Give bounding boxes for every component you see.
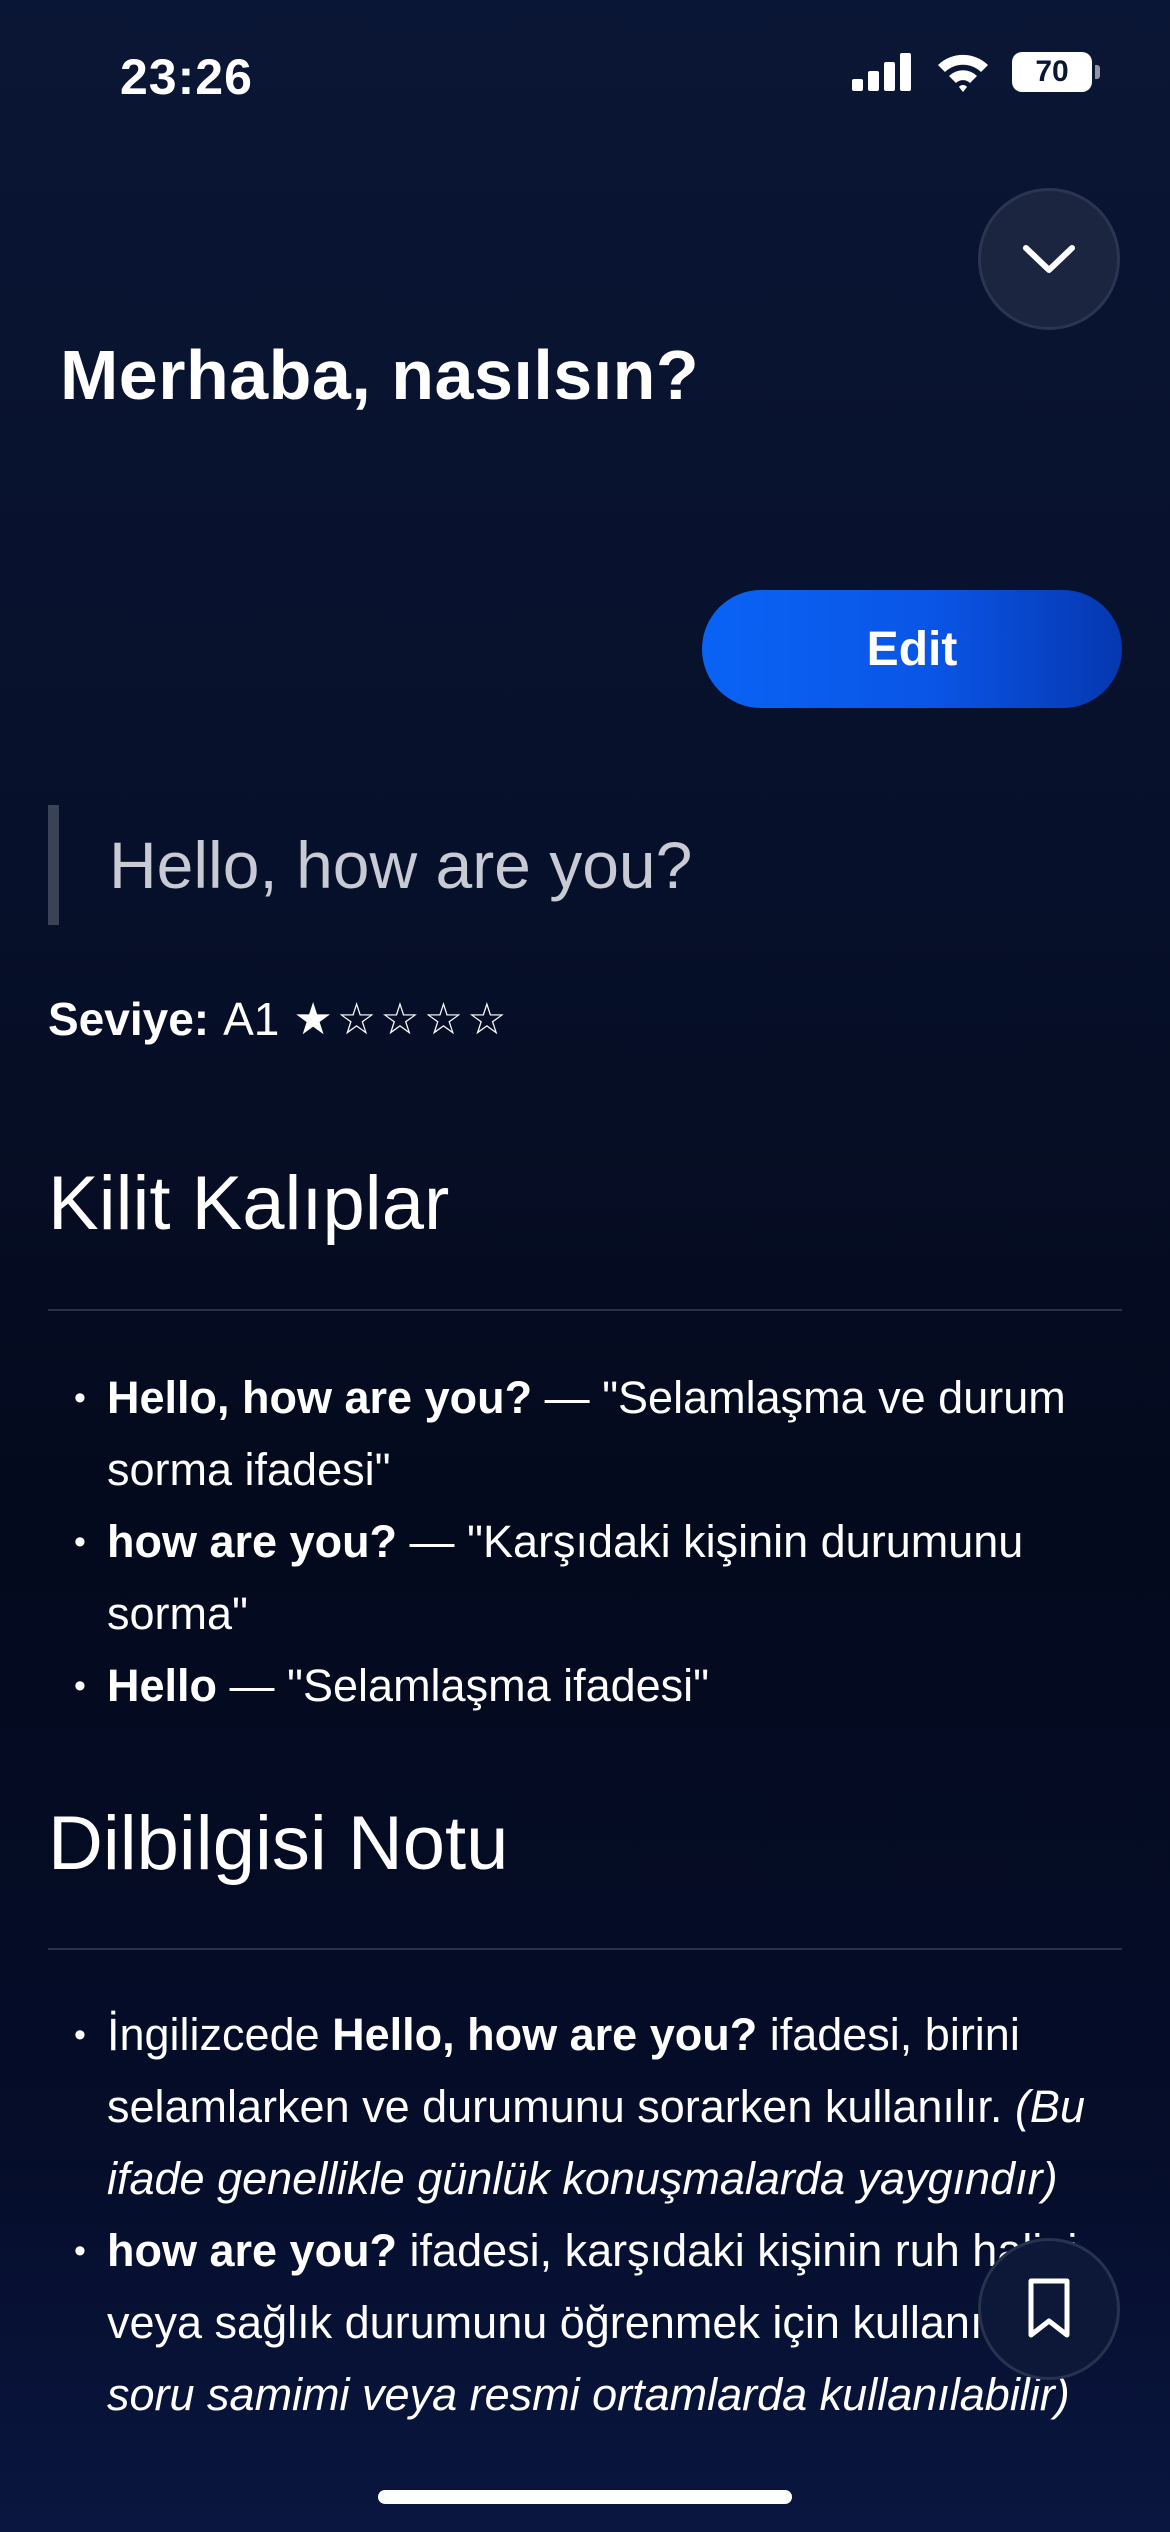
level-line: Seviye: A1 ★☆☆☆☆ <box>48 992 511 1046</box>
battery-level: 70 <box>1035 55 1069 88</box>
patterns-list: Hello, how are you? — "Selamlaşma ve dur… <box>70 1362 1130 1722</box>
list-item: how are you? — "Karşıdaki kişinin durumu… <box>70 1506 1130 1650</box>
level-value: A1 <box>223 993 280 1045</box>
grammar-list: İngilizcede Hello, how are you? ifadesi,… <box>70 1999 1130 2431</box>
bookmark-icon <box>1028 2278 1070 2338</box>
section-title-grammar: Dilbilgisi Notu <box>48 1801 509 1886</box>
home-indicator[interactable] <box>378 2490 792 2504</box>
status-time: 23:26 <box>120 49 253 105</box>
collapse-button[interactable] <box>978 188 1120 330</box>
section-title-patterns: Kilit Kalıplar <box>48 1161 450 1246</box>
divider <box>48 1948 1122 1950</box>
list-item: İngilizcede Hello, how are you? ifadesi,… <box>70 1999 1130 2215</box>
edit-button[interactable]: Edit <box>702 590 1122 708</box>
divider <box>48 1309 1122 1311</box>
translation-quote: Hello, how are you? <box>48 805 692 925</box>
page-title: Merhaba, nasılsın? <box>60 336 700 414</box>
translation-text: Hello, how are you? <box>109 828 693 902</box>
signal-icon <box>852 53 911 91</box>
battery-icon: 70 <box>1012 52 1100 92</box>
level-stars: ★☆☆☆☆ <box>293 994 511 1044</box>
status-icons: 70 <box>852 52 1100 92</box>
chevron-down-icon <box>1023 245 1075 273</box>
wifi-icon <box>938 54 988 92</box>
status-bar: 23:26 70 <box>0 0 1170 150</box>
list-item: Hello — "Selamlaşma ifadesi" <box>70 1650 1130 1722</box>
list-item: how are you? ifadesi, karşıdaki kişinin … <box>70 2215 1130 2431</box>
level-label: Seviye: <box>48 993 210 1045</box>
list-item: Hello, how are you? — "Selamlaşma ve dur… <box>70 1362 1130 1506</box>
bookmark-button[interactable] <box>978 2238 1120 2380</box>
